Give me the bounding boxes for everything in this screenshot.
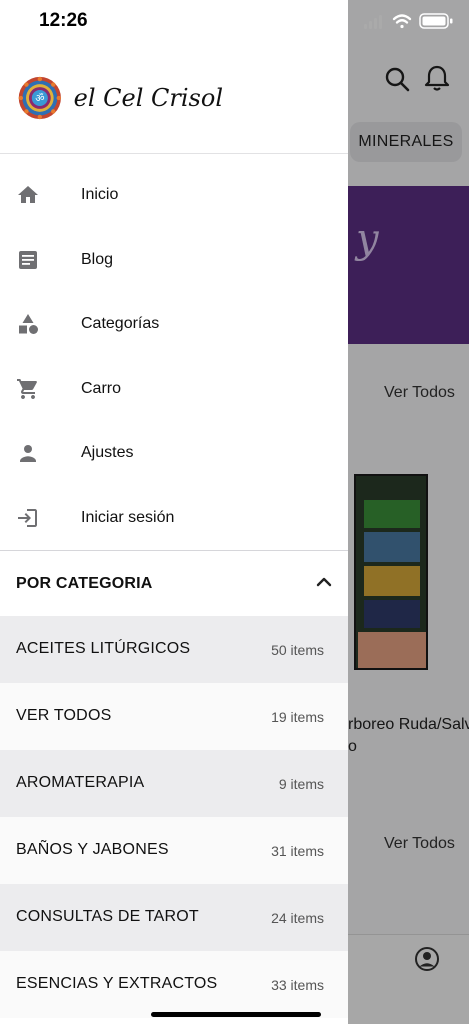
category-name: CONSULTAS DE TAROT <box>16 908 199 925</box>
category-count: 9 items <box>278 776 324 792</box>
category-row[interactable]: ESENCIAS Y EXTRACTOS 33 items <box>0 951 348 1018</box>
home-icon <box>18 186 38 203</box>
nav-item-label: Inicio <box>81 186 119 203</box>
home-indicator[interactable] <box>151 1012 321 1017</box>
status-icons <box>364 13 453 29</box>
wifi-icon <box>392 14 412 29</box>
nav-item-label: Iniciar sesión <box>81 509 175 526</box>
login-icon <box>18 509 37 527</box>
nav-item-carro[interactable]: Carro <box>0 357 348 421</box>
signal-icon <box>364 15 382 29</box>
nav-item-label: Ajustes <box>81 444 134 461</box>
category-name: AROMATERAPIA <box>16 774 145 791</box>
brand-name: el Cel Crisol <box>73 84 223 112</box>
svg-text:ॐ: ॐ <box>35 93 44 105</box>
categories-icon <box>19 314 38 334</box>
nav-item-ajustes[interactable]: Ajustes <box>0 421 348 485</box>
category-name: BAÑOS Y JABONES <box>16 841 169 858</box>
category-name: ACEITES LITÚRGICOS <box>16 640 191 657</box>
cart-icon <box>17 379 37 399</box>
category-name: VER TODOS <box>16 707 112 724</box>
nav-item-label: Blog <box>81 251 114 268</box>
divider <box>0 550 348 551</box>
brand-logo[interactable]: ॐ el Cel Crisol <box>16 64 223 132</box>
category-name: ESENCIAS Y EXTRACTOS <box>16 975 218 992</box>
category-count: 31 items <box>271 843 324 859</box>
category-count: 33 items <box>271 977 324 993</box>
category-count: 50 items <box>271 642 324 658</box>
nav-item-inicio[interactable]: Inicio <box>0 163 348 227</box>
battery-icon <box>419 13 453 29</box>
category-row[interactable]: VER TODOS 19 items <box>0 683 348 750</box>
nav-item-label: Carro <box>81 380 122 397</box>
nav-item-blog[interactable]: Blog <box>0 228 348 292</box>
chevron-up-icon[interactable] <box>314 572 334 592</box>
person-icon <box>20 445 36 462</box>
category-row[interactable]: BAÑOS Y JABONES 31 items <box>0 817 348 884</box>
nav-item-categorias[interactable]: Categorías <box>0 292 348 356</box>
category-section-header[interactable]: POR CATEGORIA <box>0 552 348 616</box>
category-row[interactable]: CONSULTAS DE TAROT 24 items <box>0 884 348 951</box>
category-section-title: POR CATEGORIA <box>16 575 153 592</box>
category-count: 24 items <box>271 910 324 926</box>
category-row[interactable]: AROMATERAPIA 9 items <box>0 750 348 817</box>
navigation-drawer: 12:26 ॐ el Cel Crisol Inicio Blog Catego… <box>0 0 348 1024</box>
nav-item-label: Categorías <box>81 315 160 332</box>
article-icon <box>19 251 37 269</box>
category-row[interactable]: ACEITES LITÚRGICOS 50 items <box>0 616 348 683</box>
category-count: 19 items <box>271 709 324 725</box>
nav-item-iniciar-sesion[interactable]: Iniciar sesión <box>0 486 348 550</box>
status-time: 12:26 <box>39 10 88 31</box>
mandala-logo-icon: ॐ <box>18 76 61 120</box>
divider <box>0 153 348 154</box>
